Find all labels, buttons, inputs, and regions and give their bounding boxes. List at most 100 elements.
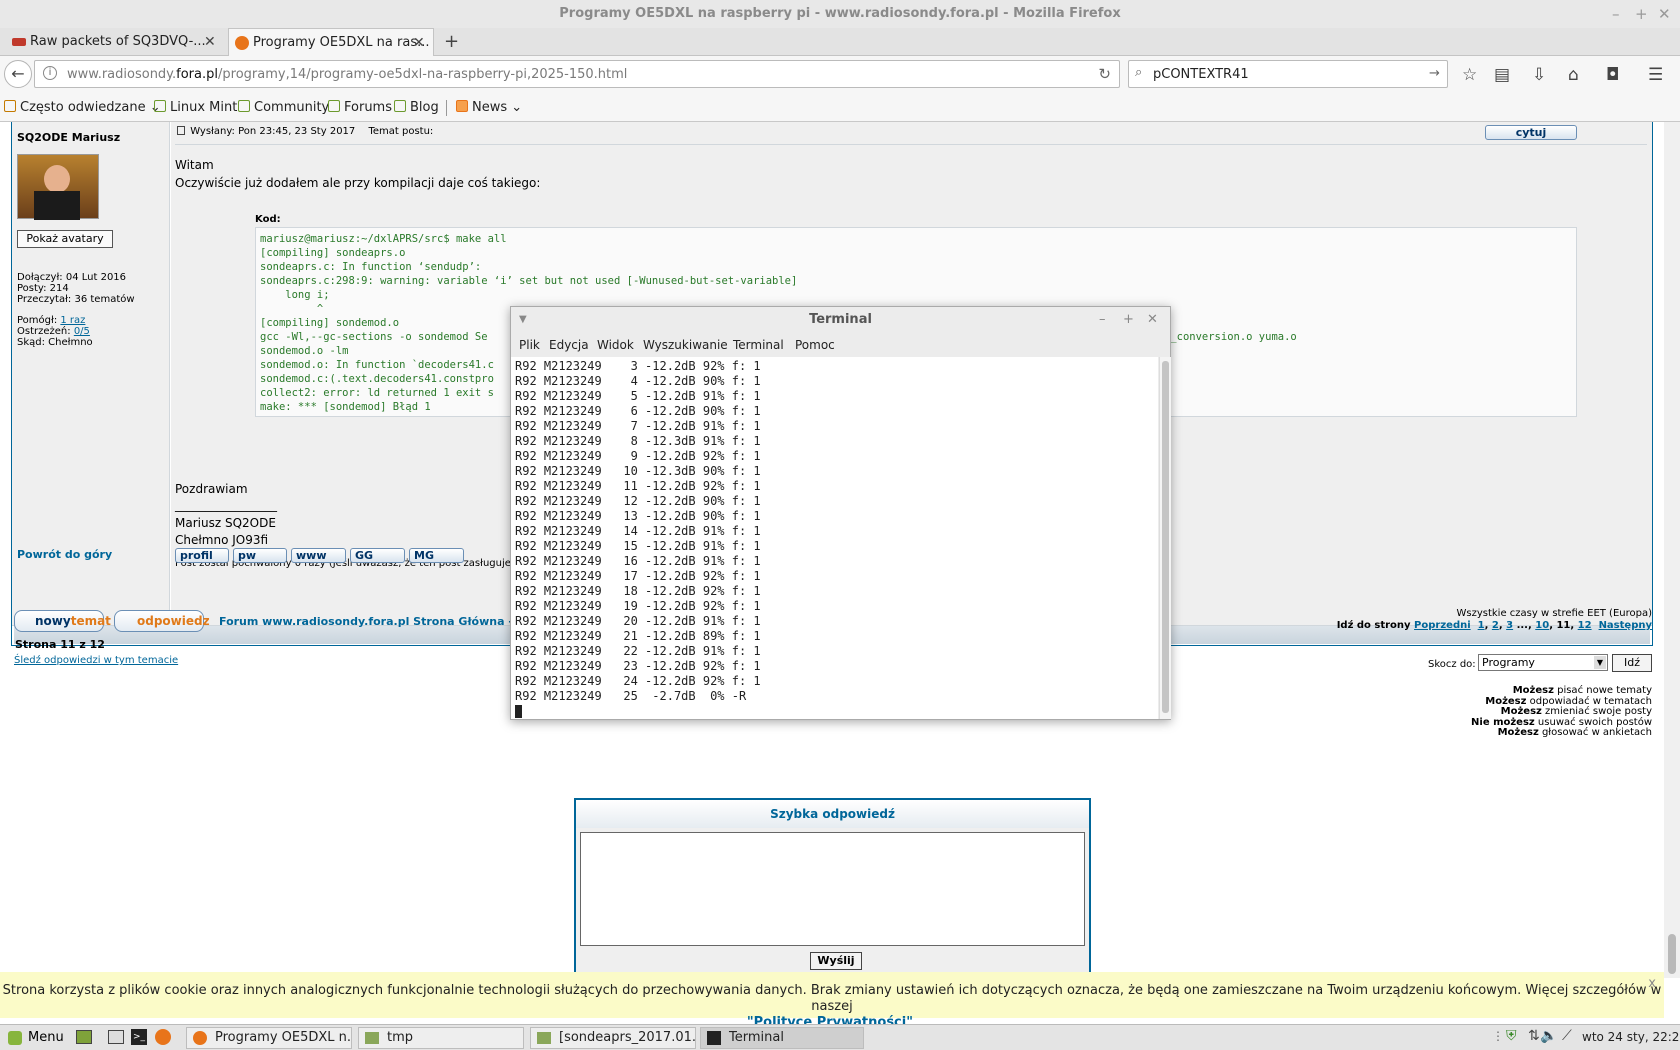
star-bookmark-icon[interactable]: ☆: [1462, 65, 1477, 85]
show-avatars-button[interactable]: Pokaż avatary: [17, 230, 113, 248]
back-to-top-link[interactable]: Powrót do góry: [17, 548, 112, 561]
pm-button[interactable]: pw: [233, 548, 287, 563]
warnings-link[interactable]: 0/5: [74, 326, 90, 337]
new-topic-button[interactable]: nowytemat: [14, 610, 111, 632]
code-line: sondeaprs.c: In function ‘sendudp’:: [260, 261, 482, 273]
network-icon[interactable]: ⇅: [1528, 1028, 1540, 1044]
terminal-line: R92 M2123249 7 -12.2dB 91% f: 1: [515, 419, 761, 433]
page-link[interactable]: 3: [1506, 620, 1513, 631]
quote-button[interactable]: cytuj: [1485, 125, 1577, 140]
current-page: 11: [1556, 620, 1571, 631]
reading-list-icon[interactable]: ▤: [1494, 65, 1510, 85]
post-author: SQ2ODE Mariusz: [17, 131, 121, 144]
menu-search[interactable]: Wyszukiwanie: [643, 338, 728, 352]
shield-icon[interactable]: ⛨: [1506, 1028, 1517, 1044]
joined-date: Dołączył: 04 Lut 2016: [17, 272, 127, 283]
terminal-scrollbar-thumb[interactable]: [1162, 361, 1169, 713]
task-firefox[interactable]: Programy OE5DXL n...: [186, 1027, 352, 1049]
bookmark-news[interactable]: News ⌄: [456, 100, 522, 115]
menu-help[interactable]: Pomoc: [795, 338, 835, 352]
maximize-icon[interactable]: +: [1123, 307, 1134, 333]
tab-programy[interactable]: Programy OE5DXL na ras... ✕: [228, 28, 434, 56]
page-link[interactable]: 10: [1535, 620, 1549, 631]
warnings-row: Ostrzeżeń: 0/5: [17, 326, 90, 337]
page-scrollbar[interactable]: [1664, 122, 1680, 978]
wifi-icon[interactable]: ⟋: [1562, 1028, 1572, 1044]
pocket-icon[interactable]: ◘: [1606, 65, 1619, 85]
post-text: Oczywiście już dodałem ale przy kompilac…: [175, 176, 541, 190]
close-window-icon[interactable]: ✕: [1658, 0, 1671, 28]
terminal-launcher-icon[interactable]: >_: [131, 1029, 147, 1045]
minimize-icon[interactable]: –: [1099, 307, 1106, 333]
download-icon[interactable]: ⇩: [1532, 65, 1546, 85]
www-button[interactable]: www: [291, 548, 346, 563]
quick-reply-title: Szybka odpowiedź: [576, 800, 1089, 828]
send-button[interactable]: Wyślij: [810, 952, 862, 970]
terminal-window[interactable]: ▼ Terminal – + ✕ Plik Edycja Widok Wyszu…: [510, 306, 1171, 720]
reload-icon[interactable]: ↻: [1098, 65, 1111, 83]
close-tab-icon[interactable]: ✕: [413, 29, 425, 57]
firefox-launcher-icon[interactable]: [155, 1029, 171, 1045]
reply-button[interactable]: odpowiedz: [114, 610, 210, 632]
terminal-line: R92 M2123249 22 -12.2dB 91% f: 1: [515, 644, 761, 658]
jump-select[interactable]: Programy ▼: [1478, 654, 1608, 671]
maximize-icon[interactable]: +: [1635, 0, 1648, 28]
quick-reply-textarea[interactable]: [580, 832, 1085, 946]
helped-row: Pomógł: 1 raz: [17, 315, 86, 326]
mg-button[interactable]: MG: [409, 548, 464, 563]
terminal-titlebar[interactable]: ▼ Terminal – + ✕: [511, 307, 1170, 333]
task-editor[interactable]: [sondeaprs_2017.01....: [530, 1027, 696, 1049]
search-input[interactable]: ⌕ pCONTEXTR41 →: [1128, 60, 1448, 88]
terminal-line: R92 M2123249 8 -12.3dB 91% f: 1: [515, 434, 761, 448]
window-menu-icon[interactable]: ▼: [519, 307, 527, 333]
close-icon[interactable]: ✕: [1147, 307, 1158, 333]
page-link[interactable]: 2: [1492, 620, 1499, 631]
menu-view[interactable]: Widok: [597, 338, 634, 352]
terminal-line: R92 M2123249 17 -12.2dB 92% f: 1: [515, 569, 761, 583]
info-icon[interactable]: i: [43, 66, 57, 80]
tab-raw-packets[interactable]: Raw packets of SQ3DVQ-... ✕: [6, 28, 226, 56]
bookmark-linux-mint[interactable]: Linux Mint: [154, 100, 237, 115]
terminal-cursor: [515, 705, 522, 718]
minimize-icon[interactable]: –: [1612, 0, 1620, 28]
page-link[interactable]: 12: [1578, 620, 1592, 631]
menu-terminal[interactable]: Terminal: [733, 338, 784, 352]
close-tab-icon[interactable]: ✕: [204, 28, 216, 56]
code-line: [compiling] sondeaprs.o: [260, 247, 406, 259]
profile-button[interactable]: profil: [175, 548, 229, 563]
cookie-close-icon[interactable]: x: [1648, 976, 1656, 992]
new-tab-icon[interactable]: +: [444, 31, 459, 52]
hamburger-menu-icon[interactable]: ☰: [1648, 65, 1663, 85]
helped-link[interactable]: 1 raz: [60, 315, 85, 326]
bookmark-blog[interactable]: Blog: [394, 100, 439, 115]
clock[interactable]: wto 24 sty, 22:28: [1582, 1030, 1680, 1044]
home-icon[interactable]: ⌂: [1568, 65, 1579, 85]
terminal-line: R92 M2123249 19 -12.2dB 92% f: 1: [515, 599, 761, 613]
next-page-link[interactable]: Następny: [1599, 620, 1652, 631]
prev-page-link[interactable]: Poprzedni: [1414, 620, 1471, 631]
go-arrow-icon[interactable]: →: [1429, 66, 1440, 81]
terminal-output[interactable]: R92 M2123249 3 -12.2dB 92% f: 1 R92 M2123…: [511, 357, 1158, 719]
post-count: Posty: 214: [17, 283, 69, 294]
page-link[interactable]: 1: [1478, 620, 1485, 631]
scrollbar-thumb[interactable]: [1668, 934, 1676, 974]
terminal-scrollbar[interactable]: [1159, 357, 1171, 719]
url-bar[interactable]: i www.radiosondy.fora.pl/programy,14/pro…: [34, 60, 1120, 88]
signature-line: _________________: [175, 498, 277, 512]
back-icon[interactable]: ←: [4, 60, 32, 88]
terminal-icon: [707, 1031, 721, 1045]
show-desktop-icon[interactable]: [76, 1030, 92, 1044]
watch-topic-link[interactable]: Śledź odpowiedzi w tym temacie: [14, 655, 178, 666]
bookmark-often-visited[interactable]: Często odwiedzane ⌄: [4, 100, 161, 115]
task-tmp[interactable]: tmp: [358, 1027, 524, 1049]
gg-button[interactable]: GG: [350, 548, 405, 563]
menu-edit[interactable]: Edycja: [549, 338, 589, 352]
jump-go-button[interactable]: Idź: [1612, 654, 1652, 672]
bookmark-forums[interactable]: Forums: [328, 100, 392, 115]
menu-button[interactable]: Menu: [4, 1027, 64, 1049]
bookmark-community[interactable]: Community: [238, 100, 329, 115]
task-terminal[interactable]: Terminal: [700, 1027, 864, 1049]
menu-file[interactable]: Plik: [519, 338, 540, 352]
volume-icon[interactable]: 🔈: [1540, 1028, 1557, 1044]
workspace-icon[interactable]: [108, 1030, 124, 1044]
